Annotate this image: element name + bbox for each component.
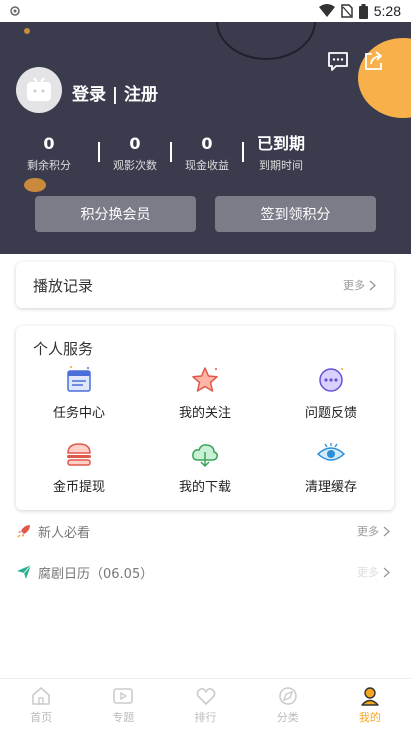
message-icon[interactable]	[327, 50, 349, 72]
star-icon	[192, 367, 218, 392]
bottom-tab-bar: 首页 专题 排行 分类 我的	[0, 678, 411, 730]
tab-label: 首页	[30, 710, 53, 724]
battery-icon	[358, 3, 368, 19]
row-title: 腐剧日历（06.05）	[38, 566, 154, 582]
stat-expiry: 已到期 到期时间	[244, 134, 318, 173]
eye-icon	[316, 443, 346, 461]
stat-label: 到期时间	[259, 159, 303, 172]
chevron-right-icon	[383, 526, 390, 536]
stat-label: 剩余积分	[27, 159, 71, 172]
home-icon	[32, 686, 50, 705]
chevron-right-icon	[369, 280, 376, 290]
chevron-right-icon	[383, 567, 390, 577]
exchange-membership-button[interactable]: 积分换会员	[35, 196, 196, 232]
service-task-center[interactable]: 任务中心	[39, 364, 119, 421]
tab-home[interactable]: 首页	[0, 679, 82, 730]
profile-header: 登录 | 注册 0 剩余积分 0 观影次数 0 现金收益 已到期 到期时间 积分…	[0, 22, 411, 254]
tab-categories[interactable]: 分类	[247, 679, 329, 730]
topic-icon	[113, 687, 134, 704]
checkin-points-button[interactable]: 签到领积分	[215, 196, 376, 232]
profile-icon	[361, 686, 379, 706]
stat-label: 观影次数	[113, 159, 157, 172]
drama-calendar-row[interactable]: 腐剧日历（06.05） 更多	[16, 560, 394, 584]
no-sim-icon	[341, 4, 353, 18]
service-label: 我的关注	[178, 406, 231, 421]
tab-label: 排行	[194, 710, 217, 724]
login-register-link[interactable]: 登录 | 注册	[72, 80, 158, 105]
clock: 5:28	[373, 3, 401, 19]
heart-icon	[196, 687, 215, 705]
tv-mascot-icon	[27, 77, 51, 101]
wifi-icon	[318, 4, 335, 17]
service-label: 问题反馈	[304, 406, 357, 421]
stat-value: 0	[201, 134, 213, 153]
decoration-circle	[216, 22, 316, 60]
category-icon	[278, 686, 297, 705]
play-history-more[interactable]: 更多	[343, 277, 376, 293]
service-label: 我的下载	[178, 480, 231, 495]
more-label: 更多	[357, 566, 379, 579]
stat-points: 0 剩余积分	[0, 134, 98, 173]
service-label: 金币提现	[52, 480, 105, 495]
tab-mine[interactable]: 我的	[329, 679, 411, 730]
services-title: 个人服务	[33, 340, 94, 358]
more-label: 更多	[357, 525, 379, 538]
play-history-card[interactable]: 播放记录 更多	[16, 262, 394, 308]
stat-value: 0	[129, 134, 141, 153]
tab-topics[interactable]: 专题	[82, 679, 164, 730]
newbie-guide-row[interactable]: 新人必看 更多	[16, 519, 394, 543]
play-history-title: 播放记录	[33, 276, 94, 295]
tab-label: 我的	[358, 710, 381, 724]
decoration-dot	[24, 178, 46, 192]
tab-ranking[interactable]: 排行	[164, 679, 246, 730]
stats-row: 0 剩余积分 0 观影次数 0 现金收益 已到期 到期时间	[0, 134, 411, 173]
service-my-downloads[interactable]: 我的下载	[165, 438, 245, 495]
feedback-icon	[319, 368, 343, 392]
tab-label: 分类	[276, 710, 299, 724]
stat-label: 现金收益	[185, 159, 229, 172]
service-coin-withdraw[interactable]: 金币提现	[39, 438, 119, 495]
row-more[interactable]: 更多	[357, 564, 390, 580]
burger-icon	[67, 443, 91, 466]
stat-value: 已到期	[256, 134, 305, 153]
service-feedback[interactable]: 问题反馈	[291, 364, 371, 421]
service-my-follows[interactable]: 我的关注	[165, 364, 245, 421]
share-icon[interactable]	[363, 50, 385, 72]
row-more[interactable]: 更多	[357, 523, 390, 539]
stat-value: 0	[43, 134, 55, 153]
task-center-icon	[67, 366, 91, 392]
stat-views: 0 观影次数	[100, 134, 170, 173]
row-title: 新人必看	[38, 525, 91, 541]
paper-plane-icon	[17, 564, 32, 579]
service-label: 清理缓存	[304, 480, 357, 495]
more-label: 更多	[343, 279, 365, 292]
status-bar: 5:28	[0, 0, 411, 22]
personal-services-card: 个人服务 任务中心 我的关注 问题反馈 金币提现 我的下载 清理缓存	[16, 326, 394, 510]
service-label: 任务中心	[52, 406, 105, 421]
rocket-icon	[17, 525, 30, 538]
tab-label: 专题	[112, 710, 135, 724]
app-notification-icon	[10, 6, 20, 16]
service-clear-cache[interactable]: 清理缓存	[291, 438, 371, 495]
decoration-dot	[24, 28, 30, 34]
stat-cash: 0 现金收益	[172, 134, 242, 173]
cloud-download-icon	[192, 444, 218, 468]
avatar[interactable]	[16, 67, 62, 113]
